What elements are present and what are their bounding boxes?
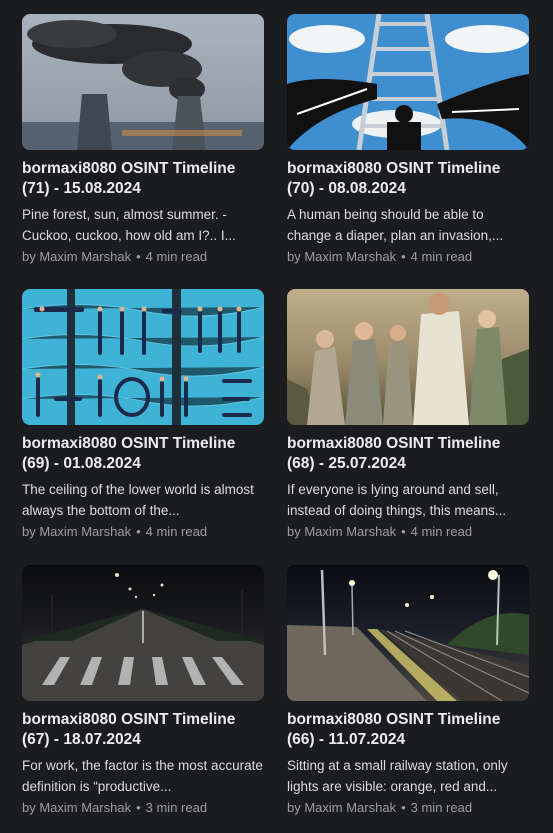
post-title[interactable]: bormaxi8080 OSINT Timeline (67) - 18.07.… [22, 710, 264, 750]
post-card[interactable]: bormaxi8080 OSINT Timeline (69) - 01.08.… [22, 289, 264, 541]
smokestacks-image[interactable] [22, 14, 264, 150]
post-meta: by Maxim Marshak • 4 min read [287, 523, 529, 541]
meta-separator: • [136, 800, 141, 815]
meta-separator: • [136, 249, 141, 264]
meta-separator: • [136, 524, 141, 539]
post-title[interactable]: bormaxi8080 OSINT Timeline (70) - 08.08.… [287, 159, 529, 199]
post-meta: by Maxim Marshak • 3 min read [287, 799, 529, 817]
post-author: by Maxim Marshak [287, 524, 397, 539]
post-title[interactable]: bormaxi8080 OSINT Timeline (68) - 25.07.… [287, 434, 529, 474]
post-excerpt: The ceiling of the lower world is almost… [22, 482, 254, 518]
post-excerpt: For work, the factor is the most accurat… [22, 758, 263, 794]
read-time: 4 min read [410, 524, 473, 539]
post-excerpt: A human being should be able to change a… [287, 207, 504, 243]
meta-separator: • [401, 800, 406, 815]
post-author: by Maxim Marshak [22, 800, 132, 815]
swimmers-pool-image[interactable] [22, 289, 264, 425]
post-author: by Maxim Marshak [287, 800, 397, 815]
ladder-illustration[interactable] [287, 14, 529, 150]
post-card[interactable]: bormaxi8080 OSINT Timeline (66) - 11.07.… [287, 565, 529, 817]
post-title[interactable]: bormaxi8080 OSINT Timeline (69) - 01.08.… [22, 434, 264, 474]
post-excerpt: Sitting at a small railway station, only… [287, 758, 508, 794]
post-excerpt: Pine forest, sun, almost summer. - Cucko… [22, 207, 236, 243]
post-meta: by Maxim Marshak • 4 min read [22, 248, 264, 266]
post-card[interactable]: bormaxi8080 OSINT Timeline (71) - 15.08.… [22, 14, 264, 266]
post-title[interactable]: bormaxi8080 OSINT Timeline (71) - 15.08.… [22, 159, 264, 199]
robed-figures-image[interactable] [287, 289, 529, 425]
read-time: 4 min read [145, 249, 208, 264]
post-title[interactable]: bormaxi8080 OSINT Timeline (66) - 11.07.… [287, 710, 529, 750]
post-meta: by Maxim Marshak • 4 min read [22, 523, 264, 541]
post-author: by Maxim Marshak [287, 249, 397, 264]
railway-station-image[interactable] [287, 565, 529, 701]
post-card[interactable]: bormaxi8080 OSINT Timeline (70) - 08.08.… [287, 14, 529, 266]
read-time: 3 min read [145, 800, 208, 815]
read-time: 3 min read [410, 800, 473, 815]
post-meta: by Maxim Marshak • 4 min read [287, 248, 529, 266]
post-meta: by Maxim Marshak • 3 min read [22, 799, 264, 817]
post-author: by Maxim Marshak [22, 249, 132, 264]
post-excerpt: If everyone is lying around and sell, in… [287, 482, 507, 518]
read-time: 4 min read [145, 524, 208, 539]
night-road-image[interactable] [22, 565, 264, 701]
meta-separator: • [401, 249, 406, 264]
read-time: 4 min read [410, 249, 473, 264]
post-card[interactable]: bormaxi8080 OSINT Timeline (68) - 25.07.… [287, 289, 529, 541]
meta-separator: • [401, 524, 406, 539]
post-author: by Maxim Marshak [22, 524, 132, 539]
post-card[interactable]: bormaxi8080 OSINT Timeline (67) - 18.07.… [22, 565, 264, 817]
